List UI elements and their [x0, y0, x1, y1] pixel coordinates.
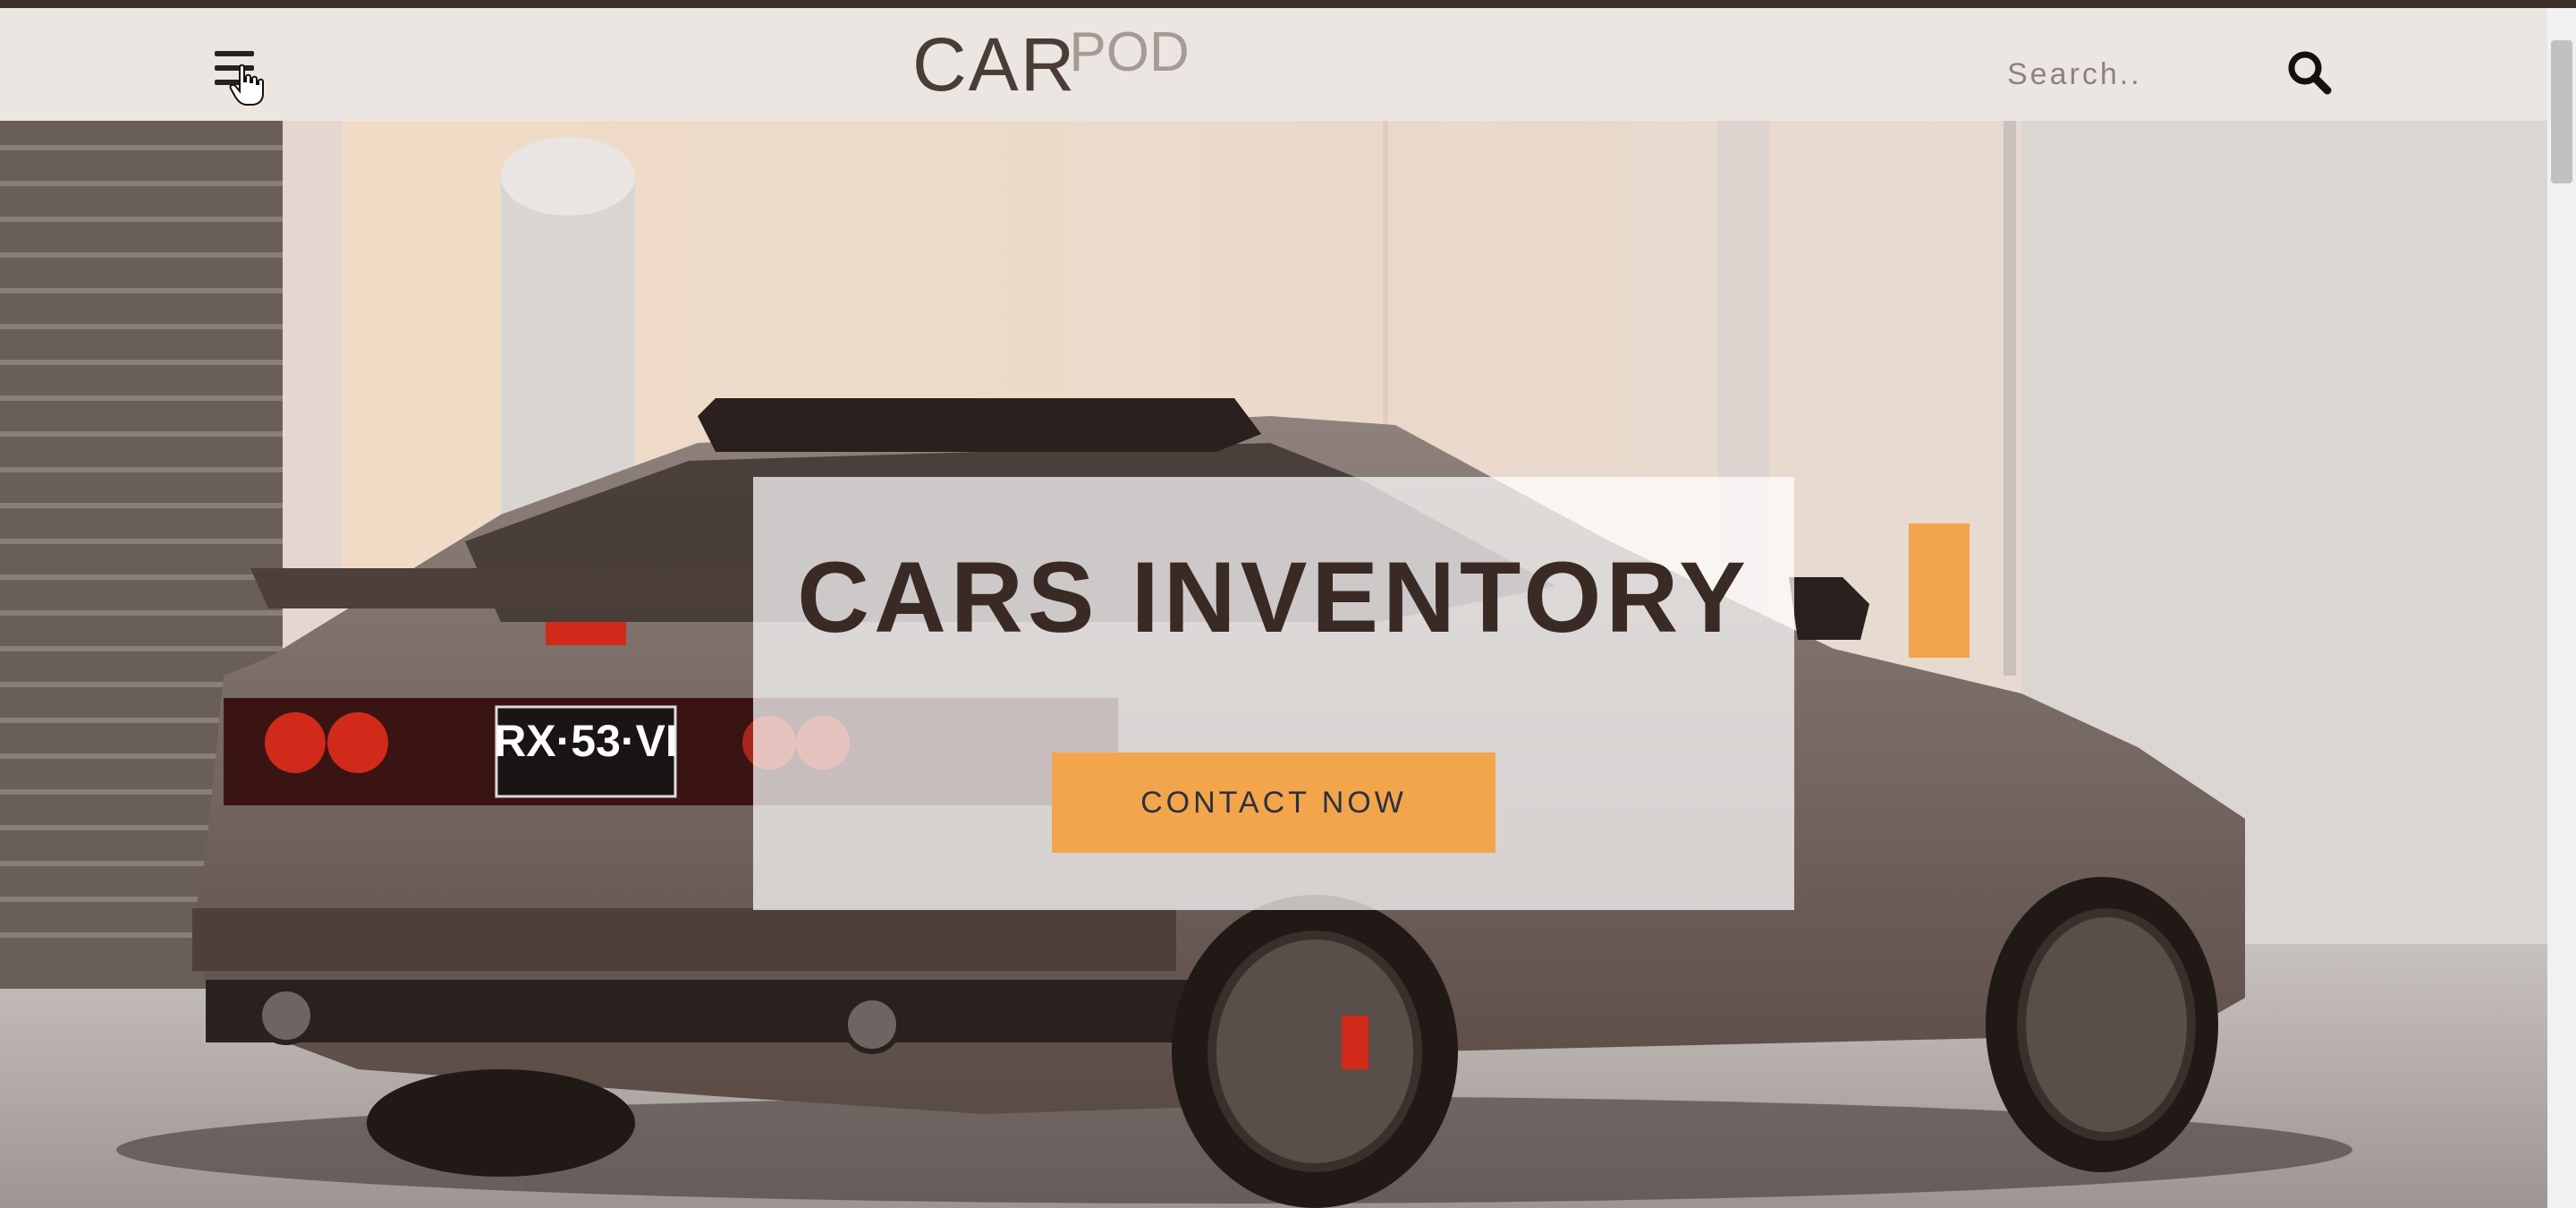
site-logo[interactable]: CARPOD: [912, 21, 1190, 106]
license-plate-text: RX·53·VI: [494, 716, 678, 766]
top-strip: [0, 0, 2576, 8]
search-input[interactable]: [2007, 47, 2222, 101]
logo-main-text: CAR: [912, 22, 1077, 106]
logo-sub-text: POD: [1069, 21, 1190, 83]
site-header: CARPOD: [0, 8, 2547, 121]
search-icon: [2288, 51, 2332, 95]
search-button[interactable]: [2284, 47, 2334, 98]
page-scrollbar[interactable]: [2547, 8, 2576, 1208]
hero-section: RX·53·VI CARS INVENTORY CONTACT NOW: [0, 121, 2547, 1208]
hero-overlay-panel: CARS INVENTORY CONTACT NOW: [753, 477, 1794, 910]
hero-title: CARS INVENTORY: [797, 541, 1750, 653]
hand-pointer-icon: [229, 64, 264, 106]
menu-button[interactable]: [211, 46, 264, 106]
contact-now-button[interactable]: CONTACT NOW: [1052, 753, 1496, 853]
scrollbar-thumb[interactable]: [2551, 40, 2572, 183]
